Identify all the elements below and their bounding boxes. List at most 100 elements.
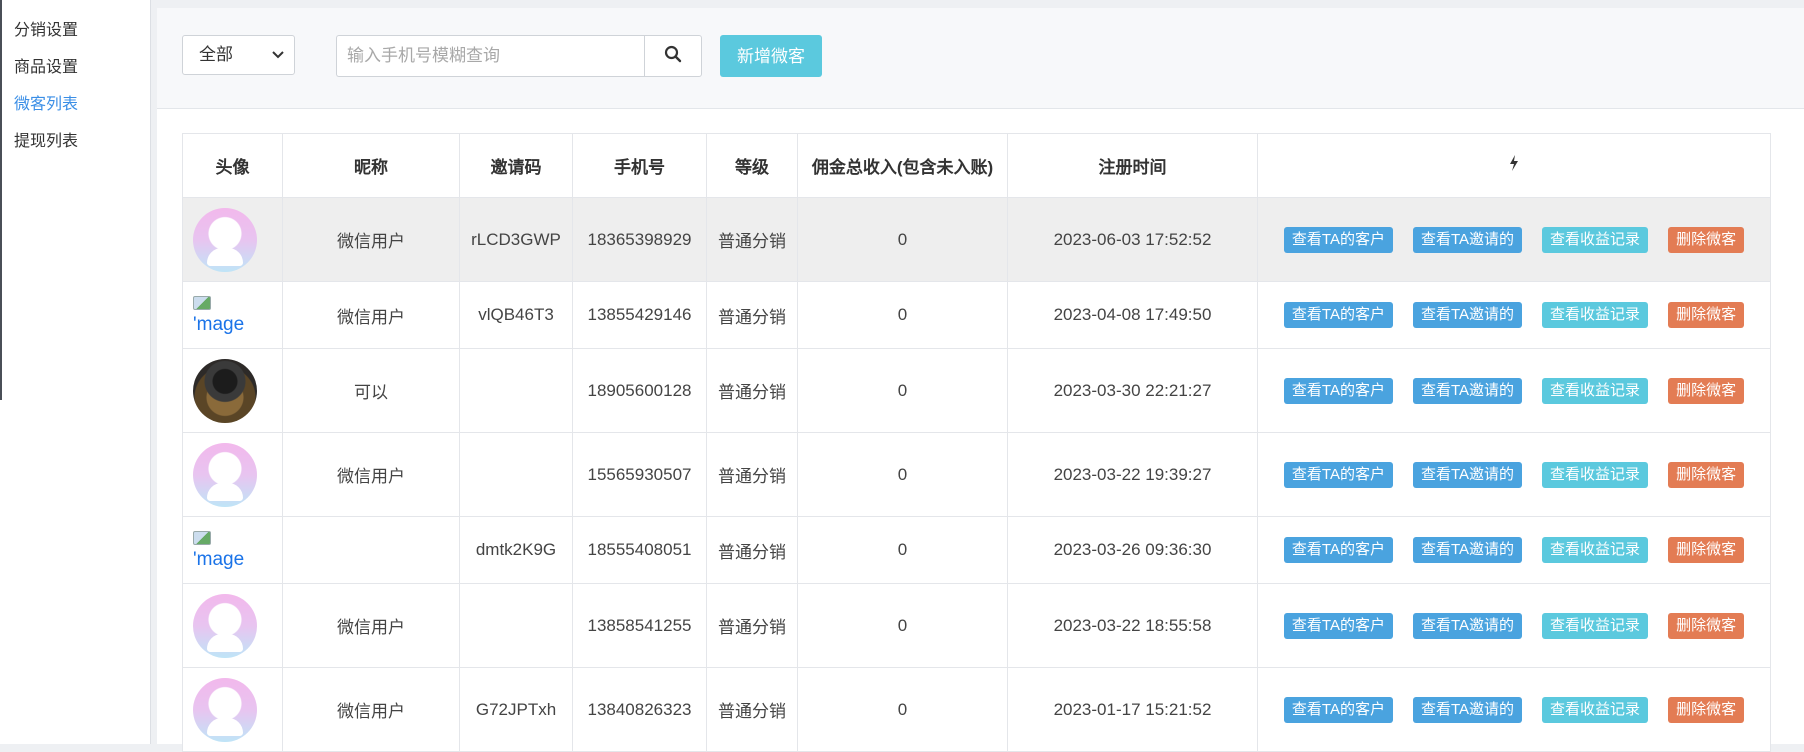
- cell-avatar: [182, 432, 283, 517]
- cell-actions: 查看TA的客户 查看TA邀请的 查看收益记录 删除微客: [1257, 281, 1771, 349]
- view-invited-button[interactable]: 查看TA邀请的: [1412, 696, 1523, 723]
- cell-avatar: 'mage: [182, 516, 283, 584]
- cell-register-time: 2023-01-17 15:21:52: [1007, 667, 1258, 752]
- view-earnings-button[interactable]: 查看收益记录: [1542, 696, 1649, 723]
- table-row: 微信用户 G72JPTxh 13840826323 普通分销 0 2023-01-17 1…: [182, 667, 1771, 752]
- delete-weike-button[interactable]: 删除微客: [1668, 461, 1745, 488]
- header-phone: 手机号: [572, 133, 707, 198]
- search-icon: [664, 45, 682, 68]
- cell-commission: 0: [797, 348, 1008, 433]
- sidebar: 分销设置 商品设置 微客列表 提现列表: [0, 0, 151, 744]
- delete-weike-button[interactable]: 删除微客: [1668, 537, 1745, 563]
- search-button[interactable]: [644, 35, 702, 77]
- cell-phone: 15565930507: [572, 432, 707, 517]
- header-actions: [1257, 133, 1771, 198]
- view-customers-button[interactable]: 查看TA的客户: [1283, 696, 1393, 723]
- table-row: 微信用户 15565930507 普通分销 0 2023-03-22 19:39:27 查…: [182, 432, 1771, 517]
- cell-level: 普通分销: [706, 197, 798, 282]
- cell-avatar: [182, 667, 283, 752]
- sidebar-item-distribution-settings[interactable]: 分销设置: [0, 12, 150, 49]
- view-customers-button[interactable]: 查看TA的客户: [1283, 612, 1393, 639]
- cell-nickname: 微信用户: [282, 432, 460, 517]
- sidebar-item-product-settings[interactable]: 商品设置: [0, 49, 150, 86]
- cell-invite-code: [459, 348, 573, 433]
- cell-nickname: 微信用户: [282, 583, 460, 668]
- cell-register-time: 2023-04-08 17:49:50: [1007, 281, 1258, 349]
- filter-select[interactable]: 全部: [182, 35, 295, 75]
- table-header-row: 头像 昵称 邀请码 手机号 等级 佣金总收入(包含未入账) 注册时间: [182, 133, 1771, 198]
- view-invited-button[interactable]: 查看TA邀请的: [1412, 302, 1523, 328]
- header-register-time: 注册时间: [1007, 133, 1258, 198]
- view-invited-button[interactable]: 查看TA邀请的: [1412, 226, 1523, 253]
- header-nickname: 昵称: [282, 133, 460, 198]
- cell-nickname: [282, 516, 460, 584]
- sidebar-item-withdrawal-list[interactable]: 提现列表: [0, 123, 150, 160]
- view-earnings-button[interactable]: 查看收益记录: [1542, 226, 1649, 253]
- header-invite-code: 邀请码: [459, 133, 573, 198]
- cell-register-time: 2023-03-22 19:39:27: [1007, 432, 1258, 517]
- cell-level: 普通分销: [706, 667, 798, 752]
- view-earnings-button[interactable]: 查看收益记录: [1542, 612, 1649, 639]
- cell-commission: 0: [797, 667, 1008, 752]
- broken-image-icon: 'mage: [193, 531, 282, 569]
- weike-table: 头像 昵称 邀请码 手机号 等级 佣金总收入(包含未入账) 注册时间 微信用户 r…: [182, 133, 1771, 752]
- cell-actions: 查看TA的客户 查看TA邀请的 查看收益记录 删除微客: [1257, 516, 1771, 584]
- view-customers-button[interactable]: 查看TA的客户: [1283, 226, 1393, 253]
- phone-search-input[interactable]: [336, 35, 644, 77]
- filter-select-value: 全部: [199, 45, 233, 64]
- header-avatar: 头像: [182, 133, 283, 198]
- cell-invite-code: rLCD3GWP: [459, 197, 573, 282]
- cell-register-time: 2023-03-30 22:21:27: [1007, 348, 1258, 433]
- view-earnings-button[interactable]: 查看收益记录: [1542, 302, 1649, 328]
- view-customers-button[interactable]: 查看TA的客户: [1283, 537, 1393, 563]
- table-row: 微信用户 13858541255 普通分销 0 2023-03-22 18:55:58 查…: [182, 583, 1771, 668]
- cell-invite-code: dmtk2K9G: [459, 516, 573, 584]
- delete-weike-button[interactable]: 删除微客: [1668, 377, 1745, 404]
- cell-level: 普通分销: [706, 432, 798, 517]
- view-invited-button[interactable]: 查看TA邀请的: [1412, 612, 1523, 639]
- cell-commission: 0: [797, 432, 1008, 517]
- avatar: [193, 207, 257, 272]
- delete-weike-button[interactable]: 删除微客: [1668, 696, 1745, 723]
- cell-level: 普通分销: [706, 583, 798, 668]
- cell-phone: 18555408051: [572, 516, 707, 584]
- cell-avatar: 'mage: [182, 281, 283, 349]
- cell-nickname: 微信用户: [282, 197, 460, 282]
- table-row: 可以 18905600128 普通分销 0 2023-03-30 22:21:27 查看T…: [182, 348, 1771, 433]
- view-invited-button[interactable]: 查看TA邀请的: [1412, 461, 1523, 488]
- table-row: 'mage 微信用户 vlQB46T3 13855429146 普通分销 0 2023-04…: [182, 281, 1771, 349]
- delete-weike-button[interactable]: 删除微客: [1668, 612, 1745, 639]
- cell-actions: 查看TA的客户 查看TA邀请的 查看收益记录 删除微客: [1257, 348, 1771, 433]
- cell-actions: 查看TA的客户 查看TA邀请的 查看收益记录 删除微客: [1257, 583, 1771, 668]
- view-earnings-button[interactable]: 查看收益记录: [1542, 537, 1649, 563]
- cell-commission: 0: [797, 583, 1008, 668]
- bolt-icon: [1509, 155, 1519, 175]
- broken-image-icon: 'mage: [193, 296, 282, 334]
- header-commission: 佣金总收入(包含未入账): [797, 133, 1008, 198]
- view-invited-button[interactable]: 查看TA邀请的: [1412, 377, 1523, 404]
- cell-commission: 0: [797, 281, 1008, 349]
- cell-phone: 13855429146: [572, 281, 707, 349]
- cell-register-time: 2023-03-22 18:55:58: [1007, 583, 1258, 668]
- sidebar-item-weike-list[interactable]: 微客列表: [0, 86, 150, 123]
- view-customers-button[interactable]: 查看TA的客户: [1283, 302, 1393, 328]
- delete-weike-button[interactable]: 删除微客: [1668, 226, 1745, 253]
- avatar: [193, 358, 257, 423]
- view-customers-button[interactable]: 查看TA的客户: [1283, 461, 1393, 488]
- table-body: 微信用户 rLCD3GWP 18365398929 普通分销 0 2023-06-03 1…: [182, 197, 1771, 752]
- cell-level: 普通分销: [706, 348, 798, 433]
- view-invited-button[interactable]: 查看TA邀请的: [1412, 537, 1523, 563]
- cell-commission: 0: [797, 197, 1008, 282]
- cell-avatar: [182, 583, 283, 668]
- view-customers-button[interactable]: 查看TA的客户: [1283, 377, 1393, 404]
- avatar: [193, 442, 257, 507]
- cell-avatar: [182, 197, 283, 282]
- add-weike-button[interactable]: 新增微客: [720, 35, 822, 77]
- sidebar-menu: 分销设置 商品设置 微客列表 提现列表: [0, 12, 150, 160]
- cell-nickname: 微信用户: [282, 281, 460, 349]
- view-earnings-button[interactable]: 查看收益记录: [1542, 377, 1649, 404]
- avatar: [193, 677, 257, 742]
- cell-nickname: 微信用户: [282, 667, 460, 752]
- view-earnings-button[interactable]: 查看收益记录: [1542, 461, 1649, 488]
- delete-weike-button[interactable]: 删除微客: [1668, 302, 1745, 328]
